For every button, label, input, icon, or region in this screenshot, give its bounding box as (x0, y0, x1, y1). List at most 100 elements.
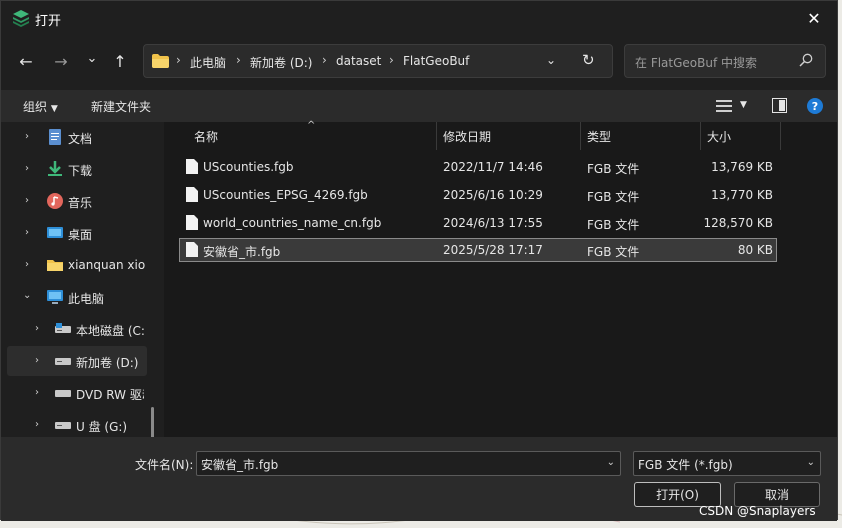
this-pc-icon (47, 290, 63, 304)
search-icon[interactable] (799, 53, 813, 67)
filename-value: 安徽省_市.fgb (201, 458, 279, 472)
chevron-right-icon[interactable]: › (35, 355, 39, 366)
help-icon[interactable]: ? (807, 98, 823, 114)
sidebar-item-downloads[interactable]: › 下载 (7, 154, 147, 184)
column-divider[interactable] (436, 122, 437, 150)
forward-arrow-icon: → (54, 51, 68, 71)
chevron-down-icon: ⌄ (86, 50, 98, 66)
app-icon (13, 10, 29, 27)
file-icon (186, 215, 198, 230)
file-type: FGB 文件 (587, 190, 640, 204)
file-row[interactable]: UScounties.fgb 2022/11/7 14:46 FGB 文件 13… (179, 155, 777, 179)
sidebar-item-label: 此电脑 (68, 292, 105, 306)
sidebar-item-label: 文档 (68, 132, 93, 146)
folder-icon (152, 54, 169, 68)
folder-icon (47, 260, 63, 271)
chevron-down-icon[interactable]: ⌄ (607, 457, 615, 468)
chevron-right-icon[interactable]: › (25, 163, 29, 174)
organize-label: 组织 (23, 100, 48, 114)
file-name: world_countries_name_cn.fgb (203, 216, 382, 230)
column-divider[interactable] (580, 122, 581, 150)
file-size: 80 KB (737, 243, 773, 257)
cancel-button-label: 取消 (764, 488, 789, 502)
chevron-down-icon[interactable]: ⌄ (23, 290, 31, 301)
sidebar-item-documents[interactable]: › 文档 (7, 122, 147, 152)
new-folder-button[interactable]: 新建文件夹 (91, 98, 151, 115)
organize-menu[interactable]: 组织 ▼ (23, 98, 58, 115)
sidebar-item-user-folder[interactable]: › xianquan xiong (7, 250, 147, 280)
sidebar-item-label: 下载 (68, 164, 93, 178)
sidebar-item-desktop[interactable]: › 桌面 (7, 218, 147, 248)
address-bar[interactable]: › 此电脑 › 新加卷 (D:) › dataset › FlatGeoBuf … (143, 44, 613, 78)
up-arrow-icon: ↑ (113, 51, 127, 71)
back-button[interactable]: ← (14, 49, 38, 73)
chevron-right-icon[interactable]: › (35, 419, 39, 430)
file-modified: 2022/11/7 14:46 (443, 160, 543, 174)
file-row[interactable]: UScounties_EPSG_4269.fgb 2025/6/16 10:29… (179, 183, 777, 207)
column-header-modified[interactable]: 修改日期 (443, 128, 491, 145)
up-button[interactable]: ↑ (108, 49, 132, 73)
close-icon: ✕ (807, 8, 821, 28)
column-header-type[interactable]: 类型 (587, 128, 611, 145)
recent-locations-button[interactable]: ⌄ (80, 46, 104, 70)
column-header-size[interactable]: 大小 (707, 128, 731, 145)
file-size: 128,570 KB (703, 216, 773, 230)
sidebar-item-label: 桌面 (68, 228, 93, 242)
file-row-selected[interactable]: 安徽省_市.fgb 2025/5/28 17:17 FGB 文件 80 KB (179, 238, 777, 262)
back-arrow-icon: ← (19, 51, 33, 71)
column-header-name[interactable]: 名称 (194, 128, 218, 145)
file-type-select[interactable]: FGB 文件 (*.fgb) ⌄ (633, 451, 821, 476)
column-divider[interactable] (780, 122, 781, 150)
chevron-right-icon[interactable]: › (25, 227, 29, 238)
sidebar-item-this-pc[interactable]: ⌄ 此电脑 (7, 282, 147, 312)
chevron-right-icon[interactable]: › (25, 259, 29, 270)
sidebar-item-label: 本地磁盘 (C:) (76, 324, 144, 338)
refresh-icon[interactable]: ↻ (582, 51, 595, 69)
command-bar: 组织 ▼ 新建文件夹 ▼ ? (1, 90, 837, 122)
file-name: UScounties_EPSG_4269.fgb (203, 188, 368, 202)
sidebar-item-label: 新加卷 (D:) (76, 356, 139, 370)
caret-down-icon: ▼ (50, 104, 58, 114)
breadcrumb-separator: › (176, 53, 181, 67)
sidebar-scrollbar[interactable] (151, 407, 154, 437)
window-title: 打开 (35, 14, 62, 29)
preview-pane-icon[interactable] (772, 98, 787, 113)
breadcrumb-item-this-pc[interactable]: 此电脑 (190, 54, 226, 71)
chevron-down-icon: ⌄ (806, 457, 815, 468)
forward-button[interactable]: → (49, 49, 73, 73)
file-row[interactable]: world_countries_name_cn.fgb 2024/6/13 17… (179, 211, 777, 235)
sidebar-item-label: U 盘 (G:) (76, 420, 128, 434)
sidebar-item-drive-d[interactable]: › 新加卷 (D:) (7, 346, 147, 376)
file-size: 13,770 KB (711, 188, 773, 202)
search-input[interactable]: 在 FlatGeoBuf 中搜索 (624, 44, 826, 78)
file-type: FGB 文件 (587, 218, 640, 232)
desktop-icon (47, 227, 63, 238)
chevron-right-icon[interactable]: › (35, 323, 39, 334)
file-type: FGB 文件 (587, 245, 640, 259)
breadcrumb-separator: › (236, 53, 241, 67)
file-name: 安徽省_市.fgb (203, 245, 281, 259)
sidebar-item-drive-c[interactable]: › 本地磁盘 (C:) (7, 314, 147, 344)
sidebar-item-music[interactable]: › 音乐 (7, 186, 147, 216)
file-icon (186, 159, 198, 174)
file-modified: 2025/5/28 17:17 (443, 243, 543, 257)
sidebar-item-dvd[interactable]: › DVD RW 驱动器 (7, 378, 147, 408)
breadcrumb-item-drive-d[interactable]: 新加卷 (D:) (250, 54, 312, 71)
chevron-right-icon[interactable]: › (25, 131, 29, 142)
sidebar-item-usb-g[interactable]: › U 盘 (G:) (7, 410, 147, 437)
sidebar-item-label: xianquan xiong (68, 258, 145, 272)
breadcrumb-separator: › (322, 53, 327, 67)
documents-icon (49, 129, 61, 145)
close-button[interactable]: ✕ (791, 1, 837, 35)
address-dropdown-icon[interactable]: ⌄ (546, 53, 556, 67)
column-divider[interactable] (700, 122, 701, 150)
svg-text:?: ? (812, 100, 818, 113)
chevron-right-icon[interactable]: › (35, 387, 39, 398)
breadcrumb-item-flatgeobuf[interactable]: FlatGeoBuf (403, 54, 469, 68)
view-dropdown-icon[interactable]: ▼ (740, 100, 747, 110)
filename-input[interactable]: 安徽省_市.fgb ⌄ (196, 451, 621, 476)
view-options-icon[interactable] (716, 99, 732, 113)
breadcrumb-item-dataset[interactable]: dataset (336, 54, 381, 68)
chevron-right-icon[interactable]: › (25, 195, 29, 206)
file-modified: 2025/6/16 10:29 (443, 188, 543, 202)
